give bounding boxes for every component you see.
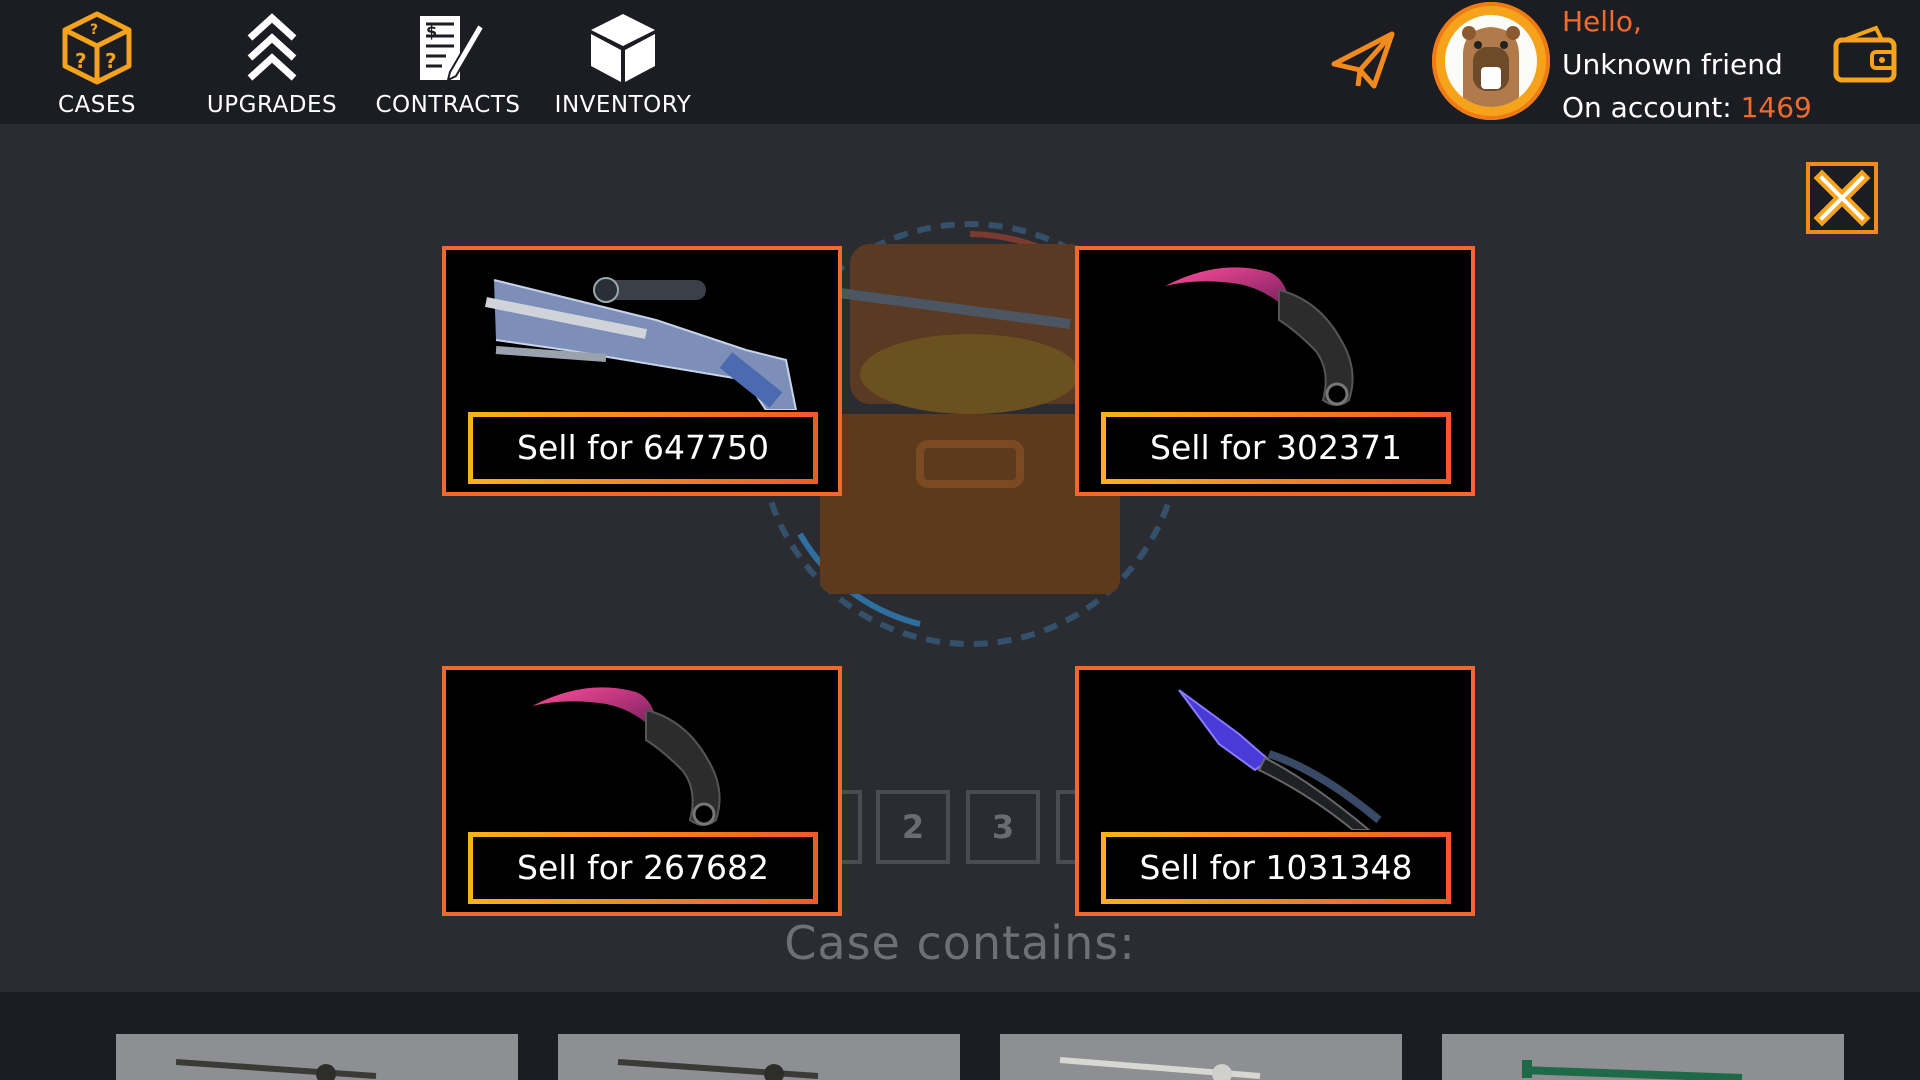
close-icon	[1813, 169, 1871, 227]
case-item-thumb[interactable]	[116, 1034, 518, 1080]
case-opening-area: 2 3 Sell for 647750 Sell for 302371 Sell…	[0, 124, 1920, 992]
nav-cases-label: CASES	[57, 92, 137, 118]
avatar[interactable]	[1432, 2, 1550, 120]
close-button[interactable]	[1806, 162, 1878, 234]
nav-upgrades[interactable]: UPGRADES	[187, 6, 357, 124]
capybara-avatar-icon	[1445, 15, 1537, 107]
rifle-thumb-icon	[1059, 1057, 1261, 1080]
sell-button[interactable]: Sell for 647750	[468, 412, 818, 484]
karambit-knife-icon	[532, 687, 721, 826]
rifle-thumb-icon	[617, 1059, 819, 1080]
drop-card: Sell for 1031348	[1075, 666, 1475, 916]
nav-cases[interactable]: ? ? ? CASES	[12, 6, 182, 124]
question-box-icon: ? ? ?	[62, 11, 132, 85]
nav-inventory-label: INVENTORY	[554, 92, 692, 118]
pager-page-3[interactable]: 3	[966, 790, 1040, 864]
drop-card: Sell for 647750	[442, 246, 842, 496]
drop-card: Sell for 267682	[442, 666, 842, 916]
case-item-thumb[interactable]	[1000, 1034, 1402, 1080]
case-item-thumb[interactable]	[1442, 1034, 1844, 1080]
nav-upgrades-label: UPGRADES	[206, 92, 338, 118]
svg-text:?: ?	[75, 49, 87, 73]
user-name: Unknown friend	[1562, 48, 1783, 81]
nav-inventory[interactable]: INVENTORY	[538, 6, 708, 124]
svg-text:$: $	[426, 22, 437, 41]
account-line: On account: 1469	[1562, 86, 1812, 129]
account-label: On account:	[1562, 91, 1741, 124]
sniper-rifle-icon	[485, 277, 798, 410]
user-greeting: Hello, Unknown friend On account: 1469	[1562, 0, 1812, 129]
svg-text:?: ?	[90, 22, 98, 38]
account-balance: 1469	[1740, 91, 1812, 124]
cube-icon	[591, 14, 655, 82]
top-bar: ? ? ? CASES UPGRADES $ CONTRACTS INVENTO…	[0, 0, 1920, 124]
karambit-knife-icon	[1165, 267, 1354, 406]
butterfly-knife-icon	[1178, 689, 1382, 830]
rifle-thumb-icon	[175, 1059, 377, 1080]
send-icon[interactable]	[1330, 28, 1396, 92]
contract-document-icon: $	[420, 16, 486, 82]
sell-button[interactable]: Sell for 267682	[468, 832, 818, 904]
case-item-thumb[interactable]	[558, 1034, 960, 1080]
case-contains-title: Case contains:	[784, 916, 1136, 970]
nav-contracts[interactable]: $ CONTRACTS	[363, 6, 533, 124]
svg-text:?: ?	[105, 49, 117, 73]
pager-page-2[interactable]: 2	[876, 790, 950, 864]
greeting-text: Hello,	[1562, 5, 1642, 38]
chevrons-up-icon	[247, 13, 297, 81]
sell-button[interactable]: Sell for 1031348	[1101, 832, 1451, 904]
drop-card: Sell for 302371	[1075, 246, 1475, 496]
wallet-icon[interactable]	[1832, 24, 1898, 84]
rifle-thumb-icon	[1521, 1060, 1743, 1080]
sell-button[interactable]: Sell for 302371	[1101, 412, 1451, 484]
nav-contracts-label: CONTRACTS	[375, 92, 521, 118]
